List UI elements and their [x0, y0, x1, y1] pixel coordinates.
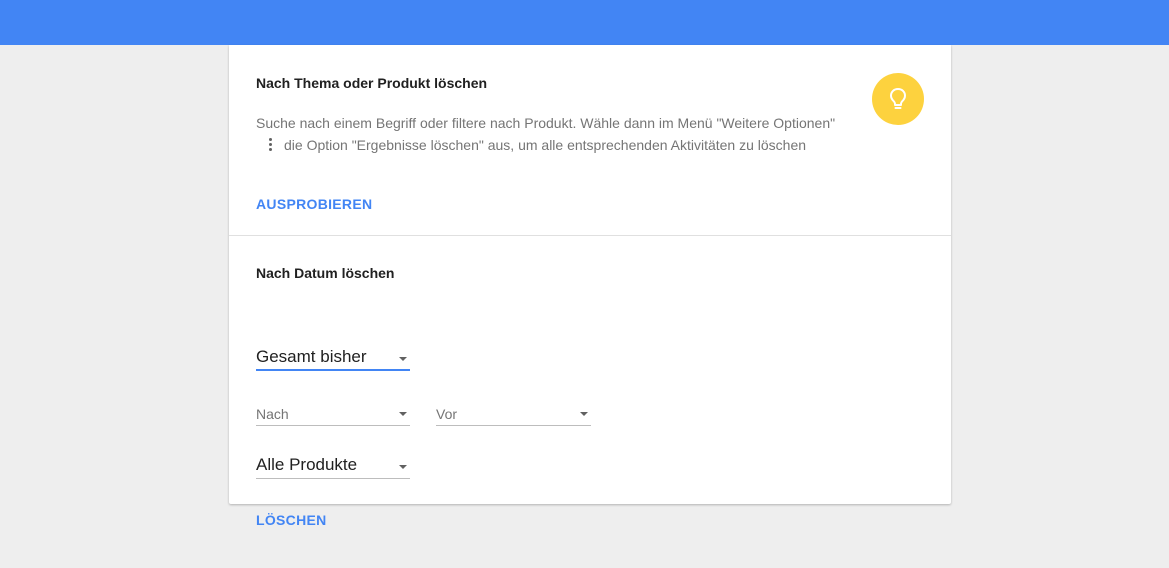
top-app-bar: [0, 0, 1169, 45]
topic-section-title: Nach Thema oder Produkt löschen: [256, 75, 488, 91]
delete-by-date-section: Nach Datum löschen Gesamt bisher Nach Vo…: [229, 236, 951, 528]
date-range-dropdown[interactable]: Gesamt bisher: [256, 343, 410, 371]
delete-by-topic-section: Nach Thema oder Produkt löschen Suche na…: [229, 45, 951, 235]
dropdown-arrow-icon: [399, 412, 407, 416]
try-it-button[interactable]: AUSPROBIEREN: [256, 196, 372, 212]
dropdown-arrow-icon: [399, 465, 407, 469]
dropdown-arrow-icon: [399, 357, 407, 361]
before-date-dropdown[interactable]: Vor: [436, 398, 591, 426]
products-dropdown[interactable]: Alle Produkte: [256, 451, 410, 479]
description-text-1: Suche nach einem Begriff oder filtere na…: [256, 115, 836, 131]
delete-button[interactable]: LÖSCHEN: [256, 512, 327, 528]
topic-section-description: Suche nach einem Begriff oder filtere na…: [256, 112, 856, 156]
more-options-icon: [264, 138, 278, 152]
before-date-label: Vor: [436, 406, 458, 422]
after-date-label: Nach: [256, 406, 289, 422]
after-date-dropdown[interactable]: Nach: [256, 398, 410, 426]
date-range-value: Gesamt bisher: [256, 347, 367, 366]
lightbulb-icon: [872, 73, 924, 125]
date-section-title: Nach Datum löschen: [256, 265, 395, 281]
delete-activity-card: Nach Thema oder Produkt löschen Suche na…: [229, 45, 951, 528]
dropdown-arrow-icon: [580, 412, 588, 416]
products-value: Alle Produkte: [256, 455, 358, 474]
description-text-2: die Option "Ergebnisse löschen" aus, um …: [284, 137, 807, 153]
